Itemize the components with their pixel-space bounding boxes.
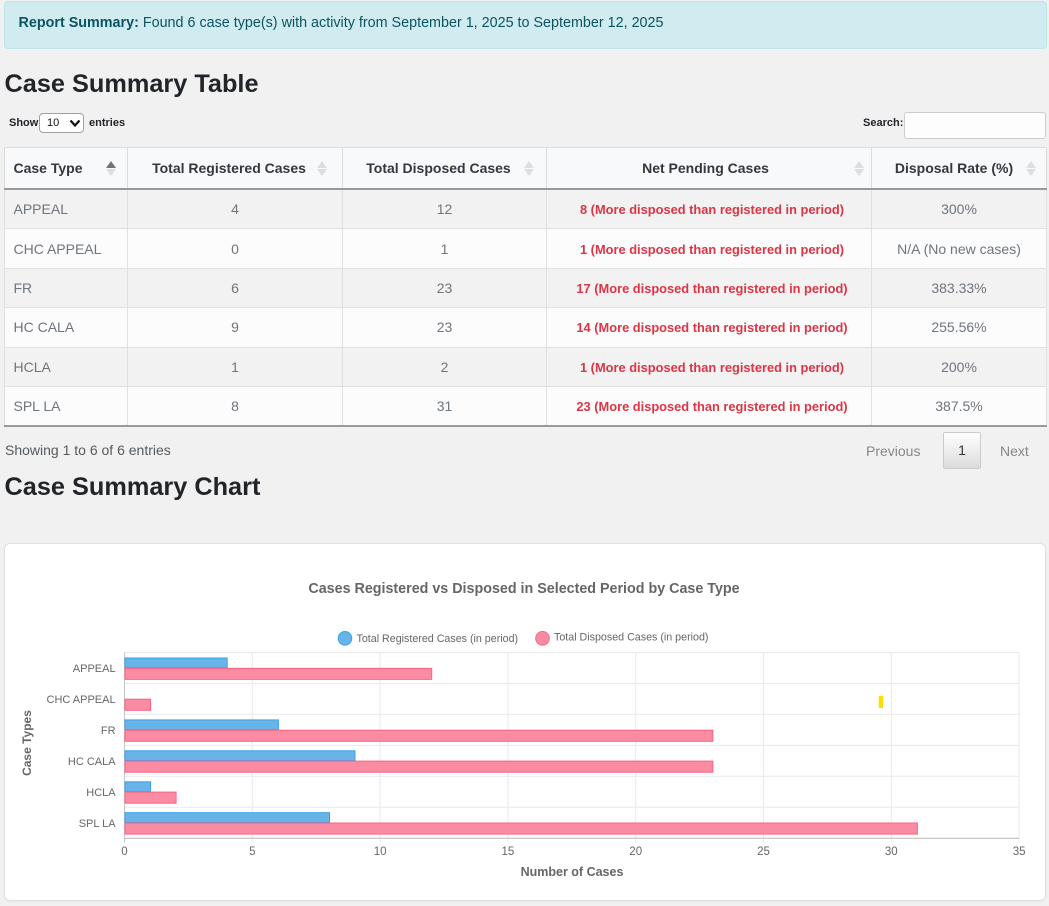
svg-text:Cases Registered vs Disposed i: Cases Registered vs Disposed in Selected… [308,581,739,597]
svg-text:HCLA: HCLA [86,787,116,799]
svg-text:20: 20 [629,846,642,858]
svg-text:Total Registered Cases (in per: Total Registered Cases (in period) [357,633,519,645]
svg-text:APPEAL: APPEAL [73,663,116,675]
svg-text:Total Disposed Cases (in perio: Total Disposed Cases (in period) [554,632,708,644]
svg-text:25: 25 [757,846,770,858]
svg-text:0: 0 [121,846,127,858]
svg-text:35: 35 [1013,846,1026,858]
svg-text:Case Types: Case Types [20,710,34,776]
svg-text:HC CALA: HC CALA [68,756,116,768]
svg-text:Number of Cases: Number of Cases [521,865,624,879]
svg-text:5: 5 [249,846,255,858]
svg-text:SPL LA: SPL LA [79,818,117,830]
svg-text:CHC APPEAL: CHC APPEAL [47,694,116,706]
svg-text:10: 10 [374,846,387,858]
svg-text:30: 30 [885,846,898,858]
svg-text:15: 15 [502,846,515,858]
svg-text:FR: FR [101,725,116,737]
